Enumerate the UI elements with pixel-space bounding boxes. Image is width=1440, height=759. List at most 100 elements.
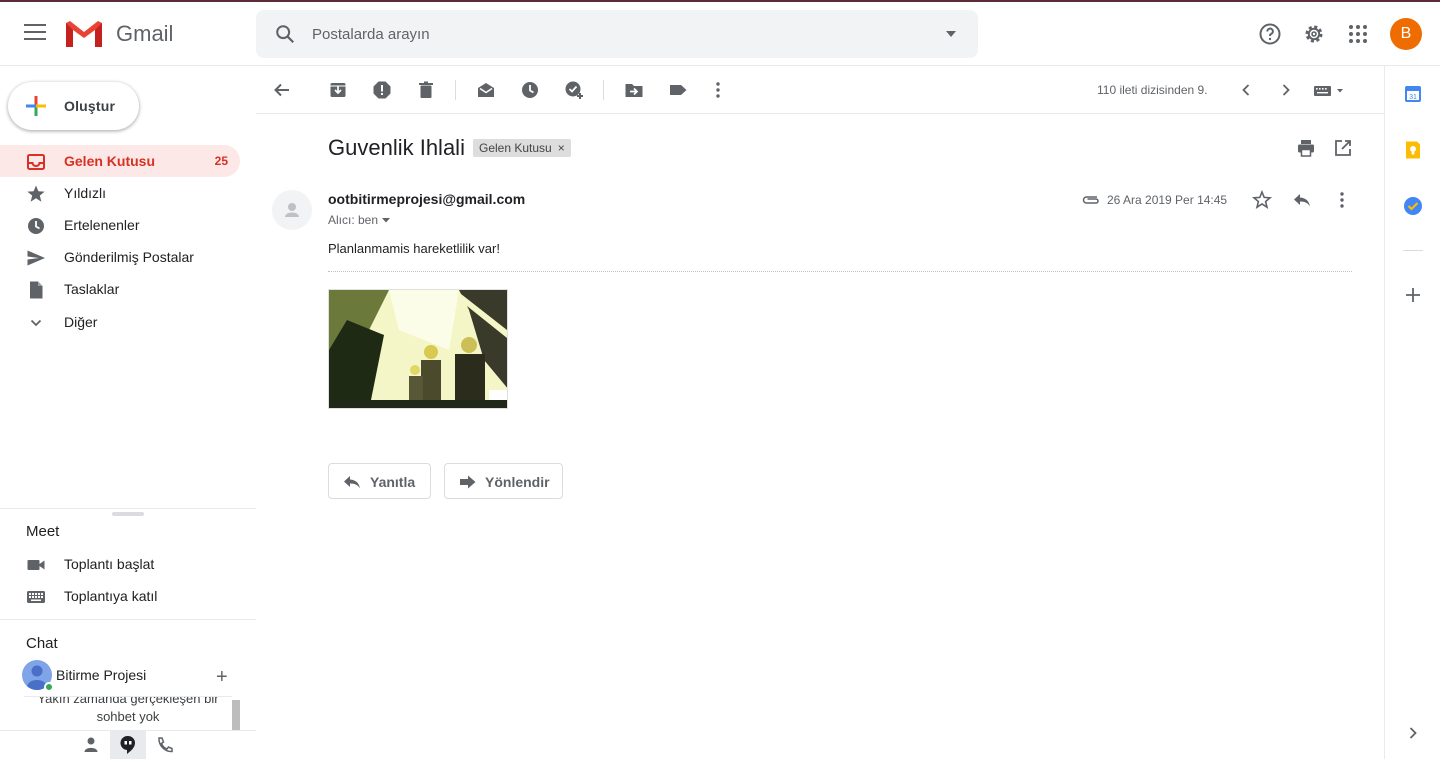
image-attachment-thumbnail[interactable]: [328, 289, 508, 409]
gmail-logo[interactable]: [64, 19, 104, 49]
attachment-photo: [329, 290, 507, 408]
sender-avatar[interactable]: [272, 190, 312, 230]
account-avatar[interactable]: B: [1390, 18, 1422, 50]
sidebar-item-snoozed[interactable]: Ertelenenler: [0, 209, 240, 241]
report-spam-icon[interactable]: [372, 80, 392, 100]
inbox-icon: [27, 154, 45, 170]
draft-icon: [30, 281, 43, 299]
label-chip-text: Gelen Kutusu: [479, 141, 552, 155]
search-bar[interactable]: [256, 10, 978, 58]
keep-notes-icon[interactable]: [1403, 140, 1423, 160]
apps-grid-icon[interactable]: [1346, 22, 1370, 46]
recipient-details[interactable]: Alıcı: ben: [328, 213, 391, 227]
chevron-right-icon[interactable]: [1403, 723, 1423, 743]
reply-icon[interactable]: [1292, 190, 1312, 210]
meet-section-title: Meet: [26, 523, 60, 540]
toolbar-divider: [455, 80, 456, 100]
recipient-dropdown-icon[interactable]: [381, 216, 391, 224]
chevron-left-icon[interactable]: [1236, 80, 1256, 100]
phone-tab[interactable]: [147, 731, 183, 759]
main-menu-icon[interactable]: [24, 24, 46, 42]
sidebar-item-label: Taslaklar: [64, 281, 120, 297]
sidebar: Oluştur Gelen Kutusu 25 Yıldızlı Ertelen…: [0, 66, 256, 759]
sidebar-item-inbox[interactable]: Gelen Kutusu 25: [0, 145, 240, 177]
forward-button[interactable]: Yönlendir: [444, 463, 563, 499]
input-tools-keyboard-icon[interactable]: [1312, 80, 1348, 100]
tasks-icon[interactable]: [1403, 196, 1423, 216]
reply-button-label: Yanıtla: [370, 474, 416, 490]
remove-label-icon[interactable]: ×: [558, 141, 565, 155]
add-chat-icon[interactable]: +: [216, 666, 228, 689]
search-input[interactable]: [312, 10, 912, 58]
inbox-label-chip[interactable]: Gelen Kutusu ×: [473, 139, 571, 157]
svg-text:31: 31: [1409, 94, 1417, 101]
back-arrow-icon[interactable]: [272, 80, 292, 100]
sidebar-item-sent[interactable]: Gönderilmiş Postalar: [0, 241, 240, 273]
chat-section-title: Chat: [26, 635, 58, 652]
star-icon[interactable]: [1252, 190, 1272, 210]
chat-scrollbar[interactable]: [232, 700, 240, 730]
toolbar-divider: [603, 80, 604, 100]
sidebar-item-starred[interactable]: Yıldızlı: [0, 177, 240, 209]
clock-icon: [28, 218, 44, 234]
unread-count-badge: 25: [214, 154, 228, 168]
calendar-icon[interactable]: 31: [1403, 84, 1423, 104]
start-meeting-item[interactable]: Toplantı başlat: [0, 548, 256, 580]
star-icon: [27, 185, 45, 202]
sidebar-item-label: Gönderilmiş Postalar: [64, 249, 194, 265]
sender-email[interactable]: ootbitirmeprojesi@gmail.com: [328, 191, 525, 207]
label-tag-icon[interactable]: [668, 80, 688, 100]
sidebar-item-drafts[interactable]: Taslaklar: [0, 273, 240, 305]
sidebar-item-label: Diğer: [64, 314, 98, 330]
pagination-text: 110 ileti dizisinden 9.: [1097, 83, 1208, 97]
person-icon: [285, 203, 299, 217]
side-panel: 31: [1384, 66, 1440, 759]
attachment-paperclip-icon: [1082, 196, 1099, 204]
print-icon[interactable]: [1296, 138, 1316, 158]
delete-trash-icon[interactable]: [416, 80, 436, 100]
gmail-wordmark[interactable]: Gmail: [116, 21, 173, 47]
hangouts-tab[interactable]: [110, 731, 146, 759]
snooze-clock-icon[interactable]: [520, 80, 540, 100]
more-options-icon[interactable]: [1332, 190, 1352, 210]
video-camera-icon: [27, 560, 45, 570]
settings-gear-icon[interactable]: [1302, 22, 1326, 46]
chat-user-name: Bitirme Projesi: [56, 667, 147, 683]
join-meeting-item[interactable]: Toplantıya katıl: [0, 580, 256, 612]
send-icon: [27, 250, 45, 266]
divider: [1403, 250, 1423, 251]
reply-icon: [344, 476, 360, 489]
forward-arrow-icon: [460, 475, 476, 489]
search-icon[interactable]: [274, 23, 296, 45]
sidebar-item-label: Gelen Kutusu: [64, 153, 156, 169]
reply-button[interactable]: Yanıtla: [328, 463, 431, 499]
divider: [328, 271, 1352, 272]
archive-icon[interactable]: [328, 80, 348, 100]
move-to-icon[interactable]: [624, 80, 644, 100]
compose-button[interactable]: Oluştur: [8, 82, 139, 130]
resize-handle[interactable]: [112, 512, 144, 516]
chat-bottom-tabs: [0, 730, 256, 759]
email-timestamp: 26 Ara 2019 Per 14:45: [1107, 193, 1228, 207]
mark-unread-icon[interactable]: [476, 80, 496, 100]
search-options-icon[interactable]: [946, 31, 956, 37]
contacts-tab[interactable]: [73, 731, 109, 759]
chevron-down-icon: [30, 319, 42, 327]
keyboard-icon: [27, 591, 45, 603]
sidebar-item-more[interactable]: Diğer: [0, 306, 240, 338]
chevron-right-icon[interactable]: [1276, 80, 1296, 100]
add-addon-plus-icon[interactable]: [1403, 285, 1423, 305]
email-subject: Guvenlik Ihlali: [328, 135, 465, 160]
help-icon[interactable]: [1258, 22, 1282, 46]
forward-button-label: Yönlendir: [485, 474, 550, 490]
email-body: Planlanmamis hareketlilik var!: [328, 241, 500, 256]
divider: [0, 508, 256, 509]
add-to-tasks-icon[interactable]: [564, 80, 584, 100]
chat-empty-message: Yakın zamanda gerçekleşen bir sohbet yok: [24, 696, 232, 732]
open-in-new-window-icon[interactable]: [1333, 138, 1353, 158]
person-icon: [84, 737, 98, 752]
join-meeting-label: Toplantıya katıl: [64, 588, 158, 604]
sidebar-item-label: Yıldızlı: [64, 185, 107, 201]
online-status-dot: [44, 682, 54, 692]
more-options-icon[interactable]: [708, 80, 728, 100]
